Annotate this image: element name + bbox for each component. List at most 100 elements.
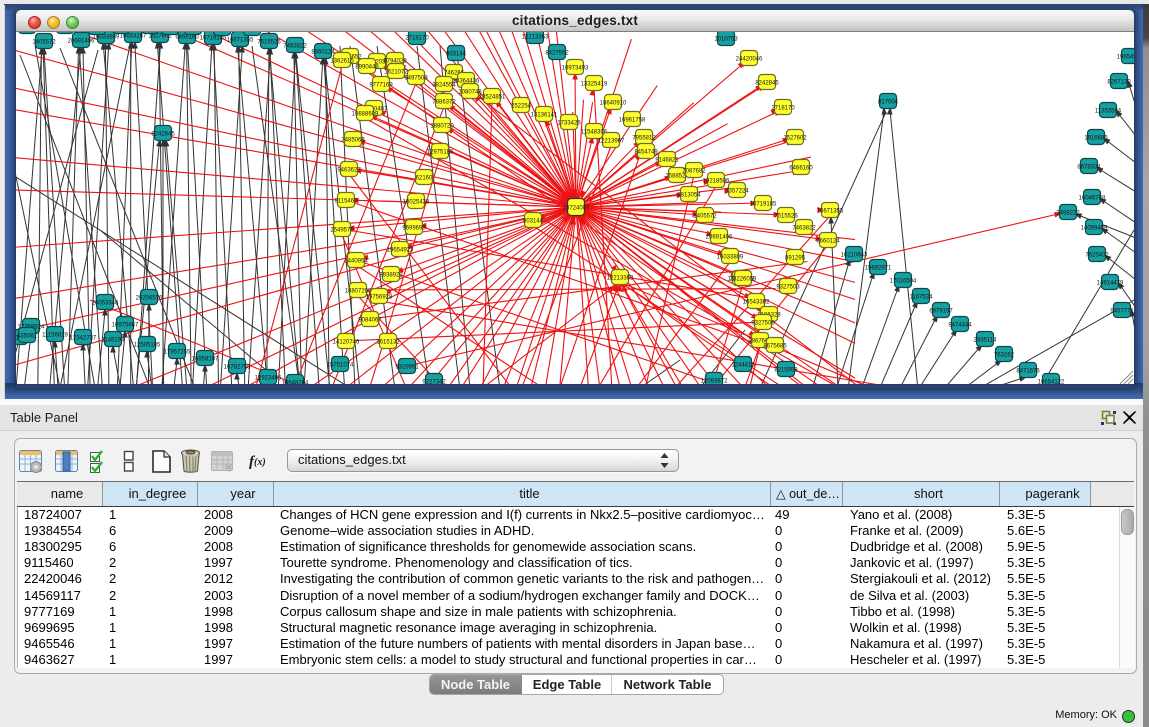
svg-text:16671355: 16671355 — [817, 209, 844, 215]
svg-text:16033809: 16033809 — [93, 35, 120, 41]
svg-text:891295: 891295 — [785, 256, 806, 262]
svg-text:19654923: 19654923 — [387, 248, 414, 254]
svg-text:12213363: 12213363 — [607, 276, 634, 282]
svg-text:7515526: 7515526 — [257, 40, 281, 46]
svg-text:13524851: 13524851 — [479, 95, 506, 101]
svg-text:16210643: 16210643 — [841, 253, 868, 259]
svg-text:10654122: 10654122 — [1038, 380, 1065, 385]
svg-text:15751074: 15751074 — [327, 363, 354, 369]
svg-text:16033809: 16033809 — [717, 255, 744, 261]
svg-text:16961758: 16961758 — [619, 118, 646, 124]
svg-text:16671355: 16671355 — [227, 38, 254, 44]
svg-text:16648784: 16648784 — [282, 381, 309, 385]
svg-text:6466160: 6466160 — [175, 35, 199, 41]
svg-text:1167534: 1167534 — [910, 295, 934, 301]
svg-text:8990448: 8990448 — [355, 65, 379, 71]
svg-text:8242845: 8242845 — [151, 132, 175, 138]
svg-text:7955812: 7955812 — [632, 136, 656, 142]
svg-text:20206576: 20206576 — [136, 296, 163, 302]
svg-text:7463822: 7463822 — [792, 226, 816, 232]
svg-text:7485063: 7485063 — [341, 138, 365, 144]
svg-text:18724007: 18724007 — [563, 206, 590, 212]
svg-text:9115460: 9115460 — [335, 199, 359, 205]
svg-text:10973493: 10973493 — [562, 66, 589, 72]
svg-text:62160: 62160 — [416, 176, 433, 182]
svg-text:18640910: 18640910 — [600, 101, 627, 107]
svg-text:12213967: 12213967 — [598, 139, 625, 145]
svg-text:14136141: 14136141 — [531, 113, 558, 119]
svg-text:12342737: 12342737 — [70, 336, 97, 342]
svg-text:12213363: 12213363 — [522, 35, 549, 41]
svg-text:803144: 803144 — [523, 219, 544, 225]
svg-text:17957255: 17957255 — [164, 350, 191, 356]
svg-text:803144: 803144 — [446, 52, 467, 58]
svg-text:16543362: 16543362 — [743, 300, 770, 306]
svg-text:8454749: 8454749 — [634, 150, 658, 156]
svg-text:8878334: 8878334 — [1077, 165, 1101, 171]
svg-text:20053346: 20053346 — [92, 301, 119, 307]
svg-text:16958107: 16958107 — [192, 357, 219, 363]
svg-text:10719185: 10719185 — [750, 202, 777, 208]
svg-text:13325419: 13325419 — [581, 82, 608, 88]
svg-text:1405572: 1405572 — [693, 214, 717, 220]
svg-text:24420046: 24420046 — [736, 57, 763, 63]
svg-text:17016504: 17016504 — [890, 279, 917, 285]
svg-text:20691406: 20691406 — [68, 39, 95, 45]
svg-text:1362615: 1362615 — [330, 59, 354, 65]
svg-text:6466160: 6466160 — [789, 166, 813, 172]
svg-text:8427552: 8427552 — [545, 51, 569, 57]
svg-text:1615132: 1615132 — [376, 340, 400, 346]
svg-text:14914479: 14914479 — [1097, 281, 1124, 287]
svg-text:9327508: 9327508 — [751, 321, 775, 327]
svg-text:2549576: 2549576 — [330, 228, 354, 234]
svg-text:16782759: 16782759 — [224, 365, 251, 371]
svg-text:2718170: 2718170 — [405, 36, 429, 42]
svg-text:7357224: 7357224 — [725, 189, 749, 195]
svg-text:(x): (x) — [254, 457, 266, 468]
svg-text:9463627: 9463627 — [337, 168, 361, 174]
svg-text:1440954: 1440954 — [344, 259, 368, 265]
svg-text:8267130: 8267130 — [1107, 80, 1131, 86]
svg-text:8660124: 8660124 — [816, 239, 840, 245]
svg-text:12505185: 12505185 — [134, 343, 161, 349]
svg-text:8813054: 8813054 — [677, 193, 701, 199]
svg-text:3498222: 3498222 — [1056, 211, 1080, 217]
svg-text:6879197: 6879197 — [929, 309, 953, 315]
svg-text:1145194: 1145194 — [102, 338, 126, 344]
svg-text:10653267: 10653267 — [120, 34, 147, 40]
svg-text:252254: 252254 — [511, 104, 532, 110]
svg-text:1733426: 1733426 — [557, 121, 581, 127]
svg-text:1880720: 1880720 — [430, 124, 454, 130]
svg-text:8660124: 8660124 — [311, 50, 335, 56]
svg-text:10025438: 10025438 — [403, 200, 430, 206]
svg-text:9699695: 9699695 — [402, 226, 426, 232]
svg-text:2718170: 2718170 — [771, 106, 795, 112]
svg-text:1010753: 1010753 — [714, 37, 738, 43]
svg-text:14099489: 14099489 — [1081, 226, 1108, 232]
svg-text:9474444: 9474444 — [948, 323, 972, 329]
svg-text:8675685: 8675685 — [763, 344, 787, 350]
svg-text:7886372: 7886372 — [432, 100, 456, 106]
svg-text:12923465: 12923465 — [255, 376, 282, 382]
svg-text:1527602: 1527602 — [783, 136, 807, 142]
svg-text:10688609: 10688609 — [352, 112, 379, 118]
svg-text:435061: 435061 — [17, 334, 38, 340]
svg-text:8938923: 8938923 — [379, 273, 403, 279]
svg-text:8215958: 8215958 — [774, 368, 798, 374]
svg-text:10719185: 10719185 — [200, 36, 227, 42]
svg-text:9227342: 9227342 — [422, 380, 446, 385]
svg-text:14120746: 14120746 — [333, 340, 360, 346]
svg-text:15692971: 15692971 — [865, 266, 892, 272]
svg-text:12093872: 12093872 — [701, 379, 728, 385]
svg-text:7515526: 7515526 — [774, 214, 798, 220]
svg-text:1244415: 1244415 — [731, 363, 755, 369]
svg-text:7625402: 7625402 — [1085, 253, 1109, 259]
svg-text:8471676: 8471676 — [1016, 369, 1040, 375]
svg-text:1405572: 1405572 — [32, 40, 56, 46]
svg-text:20691406: 20691406 — [706, 235, 733, 241]
svg-text:9146821: 9146821 — [655, 158, 679, 164]
svg-text:9777169: 9777169 — [369, 83, 393, 89]
svg-text:763262: 763262 — [994, 353, 1015, 359]
svg-text:19218506: 19218506 — [703, 179, 730, 185]
svg-text:19654985: 19654985 — [1117, 55, 1134, 61]
